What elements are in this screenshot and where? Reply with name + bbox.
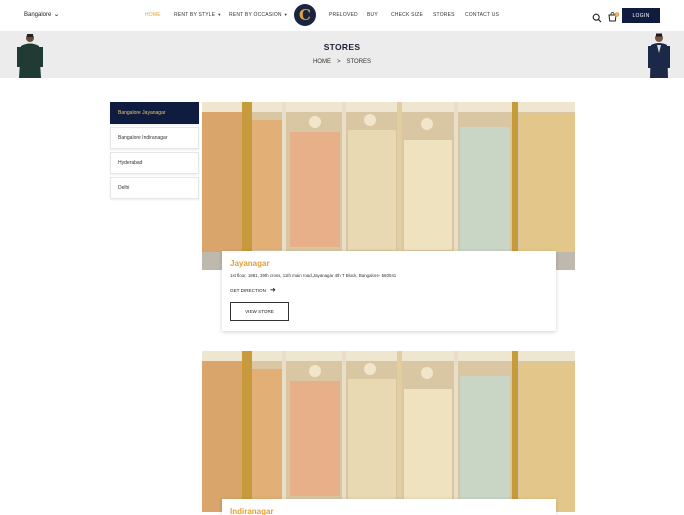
breadcrumb-separator: >	[336, 59, 341, 65]
store-name: Jayanagar	[230, 259, 270, 268]
nav-rent-by-occasion[interactable]: RENT BY OCCASION ▼	[229, 12, 288, 18]
nav-home[interactable]: HOME	[145, 12, 161, 18]
store-image-jayanagar	[202, 102, 575, 270]
view-store-button[interactable]: VIEW STORE	[230, 302, 289, 321]
search-icon[interactable]	[592, 10, 602, 23]
caret-down-icon: ▼	[217, 12, 222, 17]
nav-buy[interactable]: BUY	[367, 12, 378, 18]
nav-preloved[interactable]: PRELOVED	[329, 12, 358, 18]
sidebar-item-bangalore-jayanagar[interactable]: Bangalore Jayanagar	[110, 102, 199, 124]
breadcrumb-current: STORES	[346, 59, 372, 65]
store-card-jayanagar: Jayanagar 1st floor, 1881, 39th cross, 1…	[222, 251, 556, 331]
nav-contact-us[interactable]: CONTACT US	[465, 12, 499, 18]
brand-logo[interactable]: C	[294, 4, 316, 26]
nav-rent-by-style[interactable]: RENT BY STYLE ▼	[174, 12, 222, 18]
sidebar-item-bangalore-indiranagar[interactable]: Bangalore Indiranagar	[110, 127, 199, 149]
top-navbar: Bangalore ⌄ HOME RENT BY STYLE ▼ RENT BY O…	[0, 0, 684, 31]
breadcrumb-home[interactable]: HOME	[313, 59, 331, 65]
model-right-image	[648, 33, 670, 78]
get-direction-link[interactable]: GET DIRECTION ➜	[230, 287, 548, 294]
login-button[interactable]: LOGIN	[622, 8, 660, 23]
cart-icon[interactable]: 0	[608, 10, 620, 22]
sidebar-item-delhi[interactable]: Delhi	[110, 177, 199, 199]
store-sidebar: Bangalore Jayanagar Bangalore Indiranaga…	[110, 102, 199, 202]
page-banner: STORES HOME > STORES	[0, 31, 684, 78]
sidebar-item-hyderabad[interactable]: Hyderabad	[110, 152, 199, 174]
store-card-indiranagar: Indiranagar	[222, 499, 556, 515]
store-image-indiranagar	[202, 351, 575, 512]
caret-down-icon: ▼	[283, 12, 288, 17]
store-name: Indiranagar	[230, 507, 274, 515]
chevron-down-icon: ⌄	[53, 12, 61, 18]
nav-stores[interactable]: STORES	[433, 12, 455, 18]
nav-check-size[interactable]: CHECK SIZE	[391, 12, 423, 18]
city-selector[interactable]: Bangalore ⌄	[24, 11, 61, 18]
arrow-right-icon: ➜	[269, 287, 276, 294]
breadcrumb: HOME > STORES	[0, 59, 684, 65]
store-address: 1st floor, 1881, 39th cross, 11th main r…	[230, 273, 397, 278]
city-label: Bangalore	[24, 12, 52, 18]
page-title: STORES	[323, 42, 361, 52]
model-left-image	[17, 34, 43, 78]
